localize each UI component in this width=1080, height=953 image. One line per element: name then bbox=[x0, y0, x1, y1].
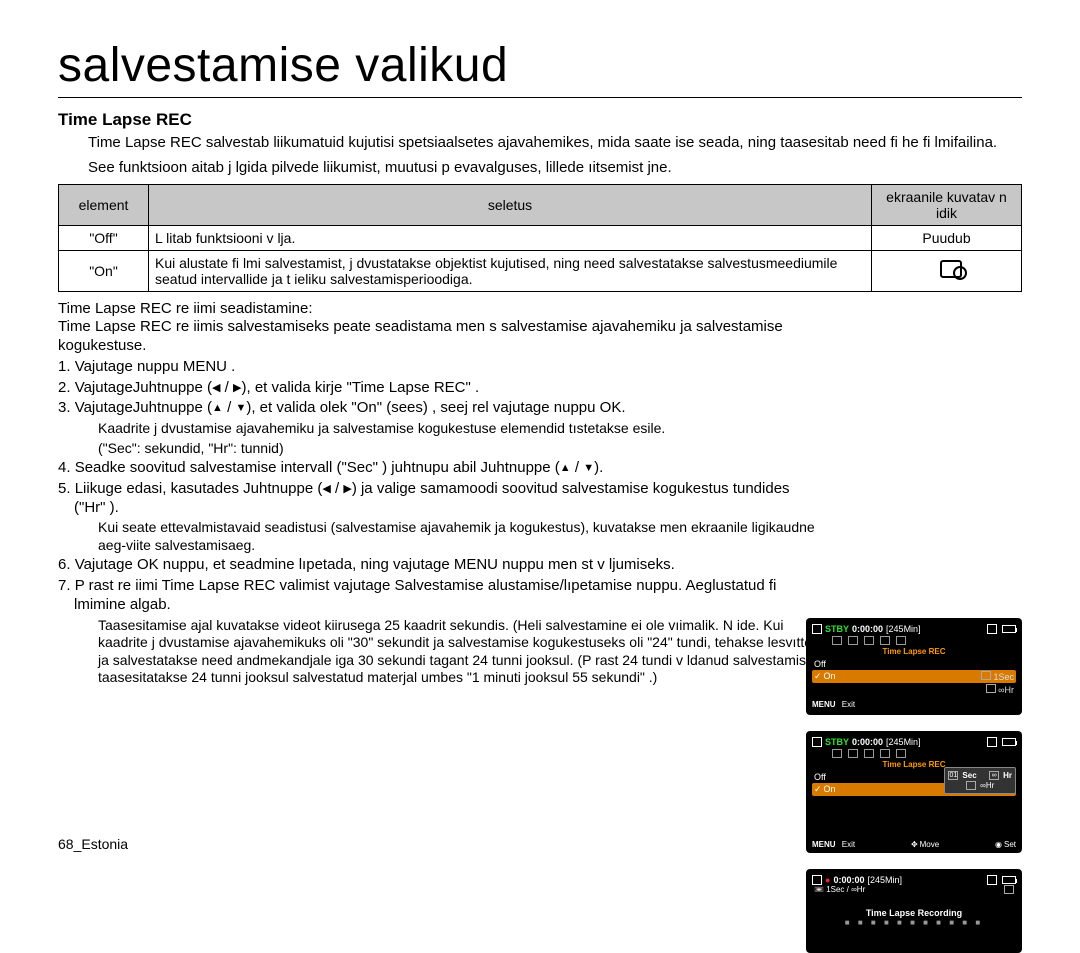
remain-label: [245Min] bbox=[886, 624, 921, 634]
timelapse-icon bbox=[940, 260, 962, 278]
step-7-note: Taasesitamise ajal kuvatakse videot kiir… bbox=[58, 617, 823, 687]
menu-move: ✥ Move bbox=[911, 840, 939, 849]
battery-icon bbox=[1002, 738, 1016, 746]
th-element: element bbox=[59, 184, 149, 225]
triangle-down-icon: ▼ bbox=[235, 402, 246, 414]
res-icon bbox=[1004, 885, 1014, 894]
remain-label: [245Min] bbox=[867, 875, 902, 885]
lcd-preview-1: STBY 0:00:00 [245Min] Time Lapse REC Off… bbox=[806, 618, 1022, 715]
sec-hr-panel: 01Sec ∞Hr ∞Hr bbox=[944, 767, 1016, 794]
hr-box: ∞ bbox=[989, 771, 999, 780]
step-5: 5. Liikuge edasi, kasutades Juhtnuppe (◀… bbox=[58, 480, 823, 518]
mode-icon bbox=[812, 624, 822, 634]
td-on-desc: Kui alustate ﬁ lmi salvestamist, j dvust… bbox=[149, 250, 872, 291]
td-on-ind bbox=[872, 250, 1022, 291]
page-footer: 68_Estonia bbox=[58, 836, 128, 852]
options-table: element seletus ekraanile kuvatav n idik… bbox=[58, 184, 1022, 292]
th-indicator: ekraanile kuvatav n idik bbox=[872, 184, 1022, 225]
menu-exit: MENU Exit bbox=[812, 700, 855, 709]
sec-icon bbox=[981, 671, 991, 680]
triangle-right-icon: ▶ bbox=[343, 483, 351, 495]
triangle-left-icon: ◀ bbox=[322, 483, 330, 495]
menu-exit: MENU Exit bbox=[812, 840, 855, 849]
step-4: 4. Seadke soovitud salvestamise interval… bbox=[58, 459, 823, 478]
tlr-label: Time Lapse Recording bbox=[812, 908, 1016, 918]
card-icon bbox=[987, 737, 997, 747]
page-title: salvestamise valikud bbox=[58, 38, 1022, 98]
step-5-note: Kui seate ettevalmistavaid seadistusi (s… bbox=[58, 519, 823, 554]
td-off-ind: Puudub bbox=[872, 225, 1022, 250]
step-3: 3. VajutageJuhtnuppe (▲ / ▼), et valida … bbox=[58, 399, 823, 418]
step-1: 1. Vajutage nuppu MENU . bbox=[58, 358, 823, 377]
step-3-note-b: ("Sec": sekundid, "Hr": tunnid) bbox=[58, 440, 823, 458]
steps-list: 1. Vajutage nuppu MENU . 2. VajutageJuht… bbox=[58, 358, 823, 687]
hr-icon bbox=[986, 684, 996, 693]
step-6: 6. Vajutage OK nuppu, et seadmine lıpeta… bbox=[58, 556, 823, 575]
stby-label: STBY bbox=[825, 624, 849, 634]
triangle-left-icon: ◀ bbox=[212, 382, 220, 394]
lcd-preview-2: STBY 0:00:00 [245Min] Time Lapse REC Off… bbox=[806, 731, 1022, 853]
td-on-label: "On" bbox=[59, 250, 149, 291]
intro-text-1: Time Lapse REC salvestab liikumatuid kuj… bbox=[88, 134, 1022, 153]
menu-title: Time Lapse REC bbox=[812, 647, 1016, 656]
option-hr: ∞Hr bbox=[812, 683, 1016, 696]
sd-icon: 📼 1Sec / ∞Hr bbox=[814, 885, 865, 894]
mode-icon bbox=[812, 737, 822, 747]
td-off-desc: L litab funktsiooni v lja. bbox=[149, 225, 872, 250]
icon-bar bbox=[832, 749, 1016, 758]
step-2: 2. VajutageJuhtnuppe (◀ / ▶), et valida … bbox=[58, 379, 823, 398]
res-icon bbox=[966, 781, 976, 790]
td-off-label: "Off" bbox=[59, 225, 149, 250]
menu-set: ◉ Set bbox=[995, 840, 1016, 849]
triangle-up-icon: ▲ bbox=[560, 462, 571, 474]
icon-bar bbox=[832, 636, 1016, 645]
sec-box: 01 bbox=[948, 771, 958, 780]
step-3-note-a: Kaadrite j dvustamise ajavahemiku ja sal… bbox=[58, 420, 823, 438]
th-desc: seletus bbox=[149, 184, 872, 225]
battery-icon bbox=[1002, 625, 1016, 633]
time-label: 0:00:00 bbox=[852, 737, 883, 747]
battery-icon bbox=[1002, 876, 1016, 884]
card-icon bbox=[987, 624, 997, 634]
triangle-up-icon: ▲ bbox=[212, 402, 223, 414]
tlr-dots: ■ ■ ■ ■ ■ ■ ■ ■ ■ ■ ■ bbox=[812, 918, 1016, 927]
time-label: 0:00:00 bbox=[852, 624, 883, 634]
setup-intro: Time Lapse REC re iimis salvestamiseks p… bbox=[58, 318, 823, 356]
stby-label: STBY bbox=[825, 737, 849, 747]
lcd-preview-3: ● 0:00:00 [245Min] 📼 1Sec / ∞Hr Time Lap… bbox=[806, 869, 1022, 953]
remain-label: [245Min] bbox=[886, 737, 921, 747]
step-7: 7. P rast re iimi Time Lapse REC valimis… bbox=[58, 577, 823, 615]
rec-dot-icon: ● bbox=[825, 875, 830, 885]
option-off: Off bbox=[812, 658, 1016, 670]
card-icon bbox=[987, 875, 997, 885]
option-on-selected: ✓On 1Sec bbox=[812, 670, 1016, 683]
section-heading: Time Lapse REC bbox=[58, 110, 1022, 130]
lcd-preview-column: STBY 0:00:00 [245Min] Time Lapse REC Off… bbox=[806, 618, 1022, 953]
mode-icon bbox=[812, 875, 822, 885]
time-label: 0:00:00 bbox=[833, 875, 864, 885]
intro-text-2: See funktsioon aitab j lgida pilvede lii… bbox=[88, 159, 1022, 178]
setup-title: Time Lapse REC re iimi seadistamine: bbox=[58, 300, 823, 319]
check-icon: ✓ bbox=[814, 671, 822, 681]
check-icon: ✓ bbox=[814, 784, 822, 794]
triangle-down-icon: ▼ bbox=[583, 462, 594, 474]
